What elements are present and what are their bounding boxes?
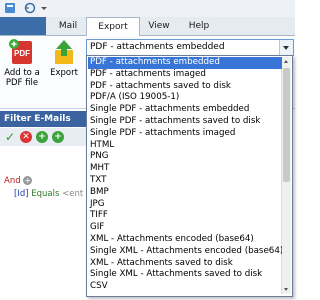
- filter-toolbar: ✓ ✕ + +: [0, 128, 94, 146]
- svg-text:PDF: PDF: [14, 49, 30, 58]
- check-icon[interactable]: ✓: [4, 131, 16, 143]
- dropdown-option[interactable]: Single PDF - attachments saved to disk: [88, 116, 282, 128]
- tab-file[interactable]: [0, 17, 46, 35]
- selected-format-text: PDF - attachments embedded: [90, 42, 225, 52]
- undo-icon[interactable]: [24, 2, 36, 14]
- export-button[interactable]: Export: [42, 38, 86, 78]
- dropdown-option[interactable]: PDF/A (ISO 19005-1): [88, 92, 282, 104]
- filter-tree: And + [Id] Equals <ent: [4, 176, 83, 199]
- scroll-down-icon[interactable]: [282, 285, 291, 294]
- add-icon[interactable]: +: [36, 131, 48, 143]
- qat-dropdown-icon[interactable]: [38, 2, 50, 14]
- scroll-thumb[interactable]: [283, 68, 290, 182]
- export-format-combobox[interactable]: PDF - attachments embedded: [86, 39, 294, 56]
- filter-emails-header: Filter E-Mails: [0, 111, 94, 127]
- dropdown-option[interactable]: PNG: [88, 151, 282, 163]
- dropdown-option[interactable]: TIFF: [88, 210, 282, 222]
- ribbon-tabs: Mail Export View Help: [0, 17, 295, 36]
- condition-operator[interactable]: Equals: [31, 189, 59, 199]
- dropdown-option[interactable]: XML - Attachments encoded (base64): [88, 234, 282, 246]
- dropdown-scrollbar[interactable]: [281, 57, 291, 294]
- dropdown-option[interactable]: Single PDF - attachments embedded: [88, 104, 282, 116]
- add-group-icon[interactable]: +: [52, 131, 64, 143]
- dropdown-option[interactable]: PDF - attachments imaged: [88, 69, 282, 81]
- export-label: Export: [50, 68, 78, 78]
- dropdown-option[interactable]: JPG: [88, 199, 282, 211]
- dropdown-option[interactable]: HTML: [88, 140, 282, 152]
- dropdown-option[interactable]: GIF: [88, 222, 282, 234]
- dropdown-option[interactable]: XML - Attachments saved to disk: [88, 258, 282, 270]
- filter-group-row: And +: [4, 176, 83, 186]
- condition-field[interactable]: [Id]: [14, 189, 29, 199]
- tab-view[interactable]: View: [138, 17, 180, 35]
- tab-mail[interactable]: Mail: [48, 17, 88, 35]
- export-format-dropdown-list[interactable]: PDF - attachments embedded PDF - attachme…: [86, 55, 293, 297]
- remove-icon[interactable]: ✕: [20, 131, 32, 143]
- dropdown-option[interactable]: Single XML - Attachments encoded (base64…: [88, 246, 282, 258]
- dropdown-option[interactable]: MHT: [88, 163, 282, 175]
- condition-value[interactable]: <ent: [62, 189, 83, 199]
- filter-condition-row: [Id] Equals <ent: [4, 189, 83, 199]
- dropdown-option[interactable]: Single XML - Attachments saved to disk: [88, 269, 282, 281]
- scroll-up-icon[interactable]: [282, 57, 291, 66]
- pdf-icon: PDF: [8, 38, 36, 66]
- quick-access-toolbar: [0, 0, 295, 17]
- dropdown-option[interactable]: CSV: [88, 281, 282, 293]
- dropdown-option[interactable]: Single PDF - attachments imaged: [88, 128, 282, 140]
- chevron-down-icon[interactable]: [279, 40, 293, 55]
- export-icon: [50, 38, 78, 66]
- dropdown-option[interactable]: TXT: [88, 175, 282, 187]
- dropdown-option[interactable]: BMP: [88, 187, 282, 199]
- filter-title: Filter E-Mails: [4, 114, 71, 124]
- app-icon[interactable]: [4, 2, 16, 14]
- dropdown-option[interactable]: PDF - attachments embedded: [88, 57, 282, 69]
- tab-export[interactable]: Export: [86, 17, 140, 36]
- tab-help[interactable]: Help: [178, 17, 220, 35]
- dropdown-option[interactable]: PDF - attachments saved to disk: [88, 81, 282, 93]
- add-to-pdf-button[interactable]: PDF Add to a PDF file: [0, 38, 44, 88]
- add-condition-icon[interactable]: +: [23, 176, 33, 185]
- and-operator[interactable]: And: [4, 176, 21, 186]
- add-to-pdf-label: Add to a PDF file: [4, 68, 40, 88]
